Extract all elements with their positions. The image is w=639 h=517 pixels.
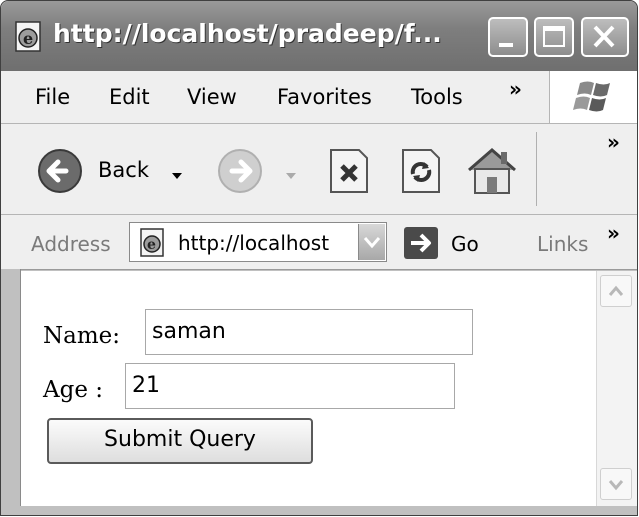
back-label[interactable]: Back	[98, 158, 149, 182]
toolbar-separator	[536, 132, 537, 206]
close-button[interactable]	[581, 17, 629, 57]
scroll-down-button[interactable]	[600, 468, 632, 500]
ie-page-icon: e	[13, 21, 45, 53]
links-overflow-chevron[interactable]: »	[607, 221, 620, 245]
address-url[interactable]: http://localhost	[178, 231, 329, 255]
maximize-button[interactable]	[534, 17, 574, 57]
forward-arrow-icon[interactable]	[215, 146, 265, 200]
scroll-up-button[interactable]	[600, 275, 632, 307]
page-content: Name: saman Age : 21 Submit Query	[21, 271, 596, 506]
address-dropdown-button[interactable]	[358, 224, 385, 260]
menu-edit[interactable]: Edit	[109, 85, 150, 109]
forward-dropdown-icon[interactable]	[285, 166, 297, 185]
windows-logo-area	[549, 71, 637, 123]
menu-file[interactable]: File	[35, 85, 70, 109]
menu-tools[interactable]: Tools	[411, 85, 463, 109]
go-button[interactable]: Go	[451, 232, 479, 256]
links-label[interactable]: Links	[537, 232, 588, 256]
back-dropdown-icon[interactable]	[171, 166, 183, 185]
browser-window: e http://localhost/pradeep/f... File Edi…	[0, 0, 638, 516]
age-input[interactable]: 21	[125, 363, 455, 409]
chevron-down-icon	[601, 480, 631, 503]
vertical-scrollbar[interactable]	[596, 271, 637, 506]
standard-toolbar: Back »	[1, 124, 637, 215]
address-field[interactable]: e http://localhost	[129, 222, 387, 262]
window-bottom-border	[1, 506, 637, 515]
name-input[interactable]: saman	[145, 309, 473, 355]
ie-page-icon: e	[138, 228, 168, 262]
address-label: Address	[31, 232, 111, 256]
chevron-up-icon	[601, 285, 631, 310]
title-bar: e http://localhost/pradeep/f...	[1, 1, 637, 71]
menu-overflow-chevron[interactable]: »	[509, 77, 522, 101]
menu-bar: File Edit View Favorites Tools »	[1, 71, 637, 124]
toolbar-overflow-chevron[interactable]: »	[607, 130, 620, 154]
menu-favorites[interactable]: Favorites	[277, 85, 372, 109]
svg-text:e: e	[23, 29, 33, 48]
menu-view[interactable]: View	[187, 85, 237, 109]
window-left-border	[1, 269, 21, 515]
name-label: Name:	[43, 323, 121, 349]
chevron-down-icon	[359, 237, 385, 264]
back-arrow-icon	[35, 146, 85, 200]
refresh-icon[interactable]	[397, 146, 445, 200]
svg-text:e: e	[147, 237, 156, 253]
minimize-button[interactable]	[488, 17, 528, 57]
go-arrow-icon[interactable]	[403, 226, 439, 264]
age-label: Age :	[43, 377, 104, 403]
stop-icon[interactable]	[325, 146, 373, 200]
window-title: http://localhost/pradeep/f...	[53, 19, 442, 48]
home-icon[interactable]	[463, 142, 521, 202]
address-bar: Address e http://localhost Go Links »	[1, 215, 637, 270]
submit-query-button[interactable]: Submit Query	[47, 418, 313, 464]
